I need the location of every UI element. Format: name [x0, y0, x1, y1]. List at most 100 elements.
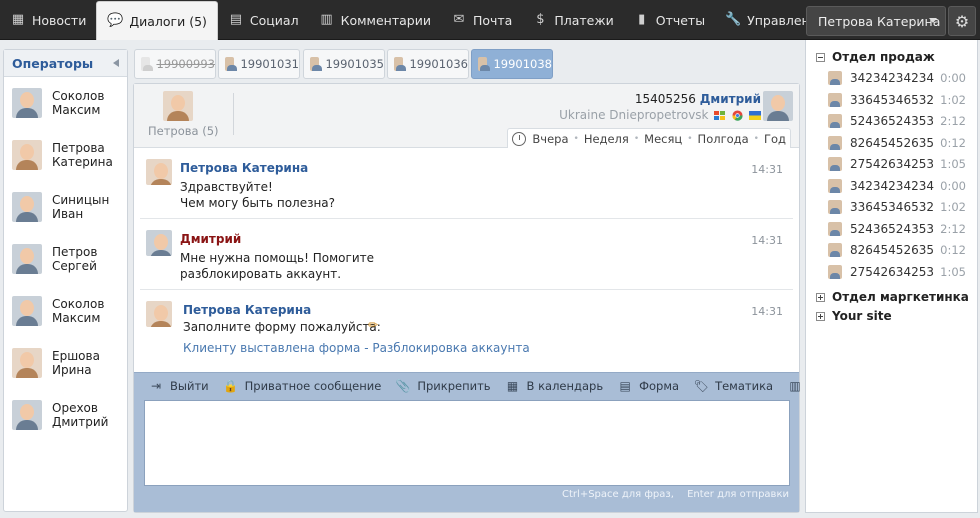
visitor-time: 0:12 — [940, 135, 966, 150]
visitor-item[interactable]: 34234234234 0:00 — [828, 175, 974, 197]
chat-tab-19901031[interactable]: 19901031 — [218, 49, 300, 79]
operator-item[interactable]: Соколов Максим — [4, 77, 127, 129]
chat-message: Петрова Катерина 14:31 Здравствуйте! Чем м… — [140, 149, 793, 219]
chat-tab-19900993[interactable]: 19900993 — [134, 49, 216, 79]
news-icon: ▦ — [11, 12, 25, 27]
tool-label: Форма — [639, 379, 680, 393]
expand-toggle-icon[interactable] — [816, 311, 825, 321]
nav-item-dollar[interactable]: $ Платежи — [522, 0, 623, 40]
chat-message: Петрова Катерина 14:31 Заполните форму пож… — [140, 291, 793, 371]
visitor-item[interactable]: 52436524353 2:12 — [828, 218, 974, 240]
message-time: 14:31 — [751, 305, 783, 318]
department-1[interactable]: Отдел маргкетинка — [816, 290, 969, 304]
chat-tab-19901035[interactable]: 19901035 — [303, 49, 385, 79]
message-avatar — [146, 159, 172, 185]
operator-first-name: Ершова — [52, 349, 100, 363]
period-2[interactable]: Месяц — [644, 132, 682, 146]
period-0[interactable]: Вчера — [532, 132, 568, 146]
calendar-tool-button[interactable]: ▦ В календарь — [505, 379, 603, 393]
caret-down-icon — [929, 18, 937, 23]
clock-icon — [512, 131, 527, 146]
gear-icon[interactable]: ⚙ — [948, 6, 976, 36]
user-name: Петрова Катерина — [818, 13, 941, 29]
chat-tab-19901036[interactable]: 19901036 — [387, 49, 469, 79]
nav-item-comments[interactable]: ▥ Комментарии — [309, 0, 441, 40]
operator-name: Орехов Дмитрий — [52, 401, 108, 429]
visitor-item[interactable]: 27542634253 1:05 — [828, 153, 974, 175]
chat-header: Петрова (5) 15405256 Дмитрий Ukraine Dni… — [134, 84, 799, 148]
form-tool-button[interactable]: ▤ Форма — [617, 379, 679, 393]
lock-tool-button[interactable]: 🔒 Приватное сообщение — [223, 379, 381, 393]
message-author: Петрова Катерина — [180, 161, 309, 175]
visitor-item[interactable]: 33645346532 1:02 — [828, 89, 974, 111]
collapse-toggle-icon[interactable] — [816, 52, 825, 62]
avatar — [12, 400, 42, 430]
user-menu-button[interactable]: Петрова Катерина — [806, 6, 946, 36]
visitor-item[interactable]: 27542634253 1:05 — [828, 261, 974, 283]
operator-item[interactable]: Орехов Дмитрий — [4, 389, 127, 441]
visitor-item[interactable]: 52436524353 2:12 — [828, 110, 974, 132]
expand-toggle-icon[interactable] — [816, 292, 825, 302]
nav-item-label: Отчеты — [655, 12, 706, 28]
visitor-time: 1:02 — [940, 92, 966, 107]
exit-icon: ⇥ — [150, 379, 162, 393]
nav-item-reports[interactable]: ▮ Отчеты — [624, 0, 715, 40]
operator-first-name: Соколов — [52, 297, 105, 311]
lock-icon: 🔒 — [223, 379, 239, 393]
period-separator: • — [687, 133, 693, 144]
department-2[interactable]: Your site — [816, 309, 892, 323]
paperclip-tool-button[interactable]: 📎 Прикрепить — [395, 379, 491, 393]
operator-first-name: Синицын — [52, 193, 110, 207]
operator-item[interactable]: Синицын Иван — [4, 181, 127, 233]
nav-item-chat[interactable]: 💬 Диалоги (5) — [96, 1, 218, 40]
operator-last-name: Дмитрий — [52, 415, 109, 429]
operators-panel: Операторы Соколов Максим Петрова Катерина Си… — [3, 49, 128, 512]
nav-item-label: Социал — [249, 12, 299, 28]
nav-item-mail[interactable]: ✉ Почта — [441, 0, 522, 40]
avatar — [12, 348, 42, 378]
visitor-item[interactable]: 82645452635 0:12 — [828, 132, 974, 154]
chat-tab-19901038[interactable]: 19901038 — [471, 49, 553, 79]
visitor-item[interactable]: 34234234234 0:00 — [828, 67, 974, 89]
period-separator: • — [633, 133, 640, 144]
nav-item-social[interactable]: ▤ Социал — [218, 0, 309, 40]
tag-tool-button[interactable]: 🏷 Тематика — [693, 379, 773, 393]
visitor-phone: 34234234234 — [850, 178, 934, 193]
visitor-icon — [394, 57, 407, 71]
chat-window: Петрова (5) 15405256 Дмитрий Ukraine Dni… — [133, 83, 838, 513]
visitor-item[interactable]: 82645452635 0:12 — [828, 239, 974, 261]
operator-item[interactable]: Петров Сергей — [4, 233, 127, 285]
message-input[interactable] — [144, 400, 790, 486]
period-1[interactable]: Неделя — [584, 132, 629, 146]
visitor-icon — [828, 92, 842, 107]
pencil-icon: ✏ — [368, 318, 379, 332]
visitor-icon — [828, 135, 842, 150]
visitor-time: 0:00 — [940, 178, 966, 193]
operators-title: Операторы — [12, 55, 94, 71]
form-icon: ▤ — [619, 379, 631, 393]
operator-item[interactable]: Ершова Ирина — [4, 337, 127, 389]
visitor-icon — [310, 57, 323, 71]
client-name[interactable]: Дмитрий — [700, 92, 761, 106]
visitor-item[interactable]: 33645346532 1:02 — [828, 196, 974, 218]
period-4[interactable]: Год — [764, 132, 786, 146]
exit-tool-button[interactable]: ⇥ Выйти — [148, 379, 209, 393]
avatar — [12, 192, 42, 222]
operator-item[interactable]: Петрова Катерина — [4, 129, 127, 181]
visitor-icon — [141, 57, 154, 71]
nav-item-label: Диалоги (5) — [129, 13, 207, 29]
message-list: Петрова Катерина 14:31 Здравствуйте! Чем м… — [134, 149, 799, 371]
visitor-icon — [828, 221, 842, 236]
visitors-panel: Отдел продаж 34234234234 0:00 33645346532 1:… — [805, 40, 978, 513]
period-3[interactable]: Полгода — [698, 132, 749, 146]
avatar — [12, 140, 42, 170]
avatar — [12, 296, 42, 326]
department-name: Отдел продаж — [832, 50, 935, 64]
nav-item-news[interactable]: ▦ Новости — [0, 0, 96, 40]
department-0[interactable]: Отдел продаж — [816, 50, 935, 64]
period-filter: Вчера • Неделя • Месяц • Полгода • Год — [507, 128, 791, 148]
windows-icon — [714, 111, 726, 120]
form-link[interactable]: Клиенту выставлена форма - Разблокировка… — [183, 341, 530, 355]
collapse-arrow-icon[interactable] — [113, 59, 119, 67]
operator-item[interactable]: Соколов Максим — [4, 285, 127, 337]
